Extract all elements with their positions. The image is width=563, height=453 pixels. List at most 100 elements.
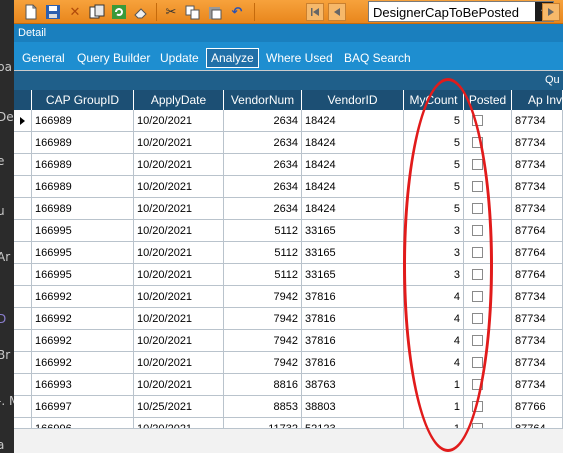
cell-applydate[interactable]: 10/20/2021 [134,110,224,132]
cell-vendornum[interactable]: 7942 [224,308,302,330]
cell-vendorid[interactable]: 18424 [302,132,404,154]
cell-applydate[interactable]: 10/20/2021 [134,242,224,264]
cell-mycount[interactable]: 4 [404,352,464,374]
cell-vendorid[interactable]: 18424 [302,154,404,176]
cell-mycount[interactable]: 1 [404,396,464,418]
column-header-cap-groupid[interactable]: CAP GroupID [32,90,134,110]
cell-cap-groupid[interactable]: 166989 [32,110,134,132]
row-selector[interactable] [14,308,32,330]
cell-vendornum[interactable]: 7942 [224,352,302,374]
column-header-applydate[interactable]: ApplyDate [134,90,224,110]
column-header-ap-inv[interactable]: Ap Inv [512,90,563,110]
copy-icon[interactable] [184,3,202,21]
cell-mycount[interactable]: 1 [404,374,464,396]
cell-mycount[interactable]: 3 [404,264,464,286]
cell-applydate[interactable]: 10/20/2021 [134,374,224,396]
table-row[interactable]: 166989 10/20/2021 2634 18424 5 87734 [14,176,563,198]
cell-mycount[interactable]: 5 [404,110,464,132]
cell-vendorid[interactable]: 38763 [302,374,404,396]
cell-cap-groupid[interactable]: 166993 [32,374,134,396]
tab-update[interactable]: Update [160,48,199,68]
cell-vendornum[interactable]: 8853 [224,396,302,418]
cell-posted[interactable] [464,242,512,264]
tab-general[interactable]: General [22,48,65,68]
cell-vendorid[interactable]: 18424 [302,110,404,132]
cell-applydate[interactable]: 10/20/2021 [134,330,224,352]
refresh-icon[interactable] [110,3,128,21]
posted-checkbox[interactable] [472,181,483,192]
posted-checkbox[interactable] [472,247,483,258]
row-selector[interactable] [14,286,32,308]
tab-where-used[interactable]: Where Used [266,48,333,68]
cell-vendornum[interactable]: 5112 [224,264,302,286]
cell-applydate[interactable]: 10/20/2021 [134,198,224,220]
table-row[interactable]: 166995 10/20/2021 5112 33165 3 87764 [14,220,563,242]
new-icon[interactable] [22,3,40,21]
table-row[interactable]: 166992 10/20/2021 7942 37816 4 87734 [14,352,563,374]
table-row[interactable]: 166993 10/20/2021 8816 38763 1 87734 [14,374,563,396]
cell-applydate[interactable]: 10/20/2021 [134,154,224,176]
column-header-posted[interactable]: Posted [464,90,512,110]
row-selector[interactable] [14,242,32,264]
cell-posted[interactable] [464,110,512,132]
table-row[interactable]: 166992 10/20/2021 7942 37816 4 87734 [14,330,563,352]
row-selector[interactable] [14,220,32,242]
row-selector[interactable] [14,396,32,418]
cell-applydate[interactable]: 10/20/2021 [134,176,224,198]
cell-cap-groupid[interactable]: 166992 [32,286,134,308]
posted-checkbox[interactable] [472,379,483,390]
cell-posted[interactable] [464,132,512,154]
cell-vendorid[interactable]: 38803 [302,396,404,418]
cell-vendornum[interactable]: 7942 [224,330,302,352]
cell-ap-inv[interactable]: 87734 [512,374,563,396]
cell-vendornum[interactable]: 5112 [224,220,302,242]
cut-icon[interactable]: ✂ [162,3,180,21]
paste-icon[interactable] [206,3,224,21]
cell-vendorid[interactable]: 37816 [302,308,404,330]
cell-vendornum[interactable]: 8816 [224,374,302,396]
delete-icon[interactable]: ✕ [66,3,84,21]
cell-cap-groupid[interactable]: 166989 [32,198,134,220]
cell-applydate[interactable]: 10/25/2021 [134,396,224,418]
cell-vendornum[interactable]: 2634 [224,154,302,176]
cell-vendornum[interactable]: 7942 [224,286,302,308]
posted-checkbox[interactable] [472,269,483,280]
undo-icon[interactable]: ↶ [228,3,246,21]
cell-cap-groupid[interactable]: 166989 [32,176,134,198]
table-row[interactable]: 166992 10/20/2021 7942 37816 4 87734 [14,308,563,330]
row-selector[interactable] [14,154,32,176]
cell-ap-inv[interactable]: 87734 [512,330,563,352]
table-row[interactable]: 166995 10/20/2021 5112 33165 3 87764 [14,242,563,264]
cell-cap-groupid[interactable]: 166992 [32,308,134,330]
cell-applydate[interactable]: 10/20/2021 [134,308,224,330]
record-combo[interactable]: DesignerCapToBePosted ▼ [368,1,554,22]
cell-mycount[interactable]: 3 [404,220,464,242]
cell-ap-inv[interactable]: 87764 [512,242,563,264]
cell-vendorid[interactable]: 37816 [302,352,404,374]
cell-cap-groupid[interactable]: 166992 [32,352,134,374]
cell-ap-inv[interactable]: 87764 [512,220,563,242]
cell-posted[interactable] [464,308,512,330]
row-selector[interactable] [14,132,32,154]
cell-vendornum[interactable]: 2634 [224,132,302,154]
row-selector[interactable] [14,330,32,352]
cell-ap-inv[interactable]: 87734 [512,286,563,308]
tab-analyze[interactable]: Analyze [206,48,259,68]
posted-checkbox[interactable] [472,357,483,368]
cell-cap-groupid[interactable]: 166989 [32,132,134,154]
column-header-mycount[interactable]: MyCount [404,90,464,110]
tab-query-builder[interactable]: Query Builder [77,48,150,68]
cell-vendornum[interactable]: 2634 [224,198,302,220]
cell-cap-groupid[interactable]: 166995 [32,220,134,242]
row-selector[interactable] [14,176,32,198]
table-row[interactable]: 166997 10/25/2021 8853 38803 1 87766 [14,396,563,418]
cell-applydate[interactable]: 10/20/2021 [134,264,224,286]
cell-vendorid[interactable]: 33165 [302,264,404,286]
cell-posted[interactable] [464,330,512,352]
cell-cap-groupid[interactable]: 166995 [32,264,134,286]
copy-doc-icon[interactable] [88,3,106,21]
cell-ap-inv[interactable]: 87764 [512,264,563,286]
cell-posted[interactable] [464,176,512,198]
cell-ap-inv[interactable]: 87766 [512,396,563,418]
cell-ap-inv[interactable]: 87734 [512,154,563,176]
